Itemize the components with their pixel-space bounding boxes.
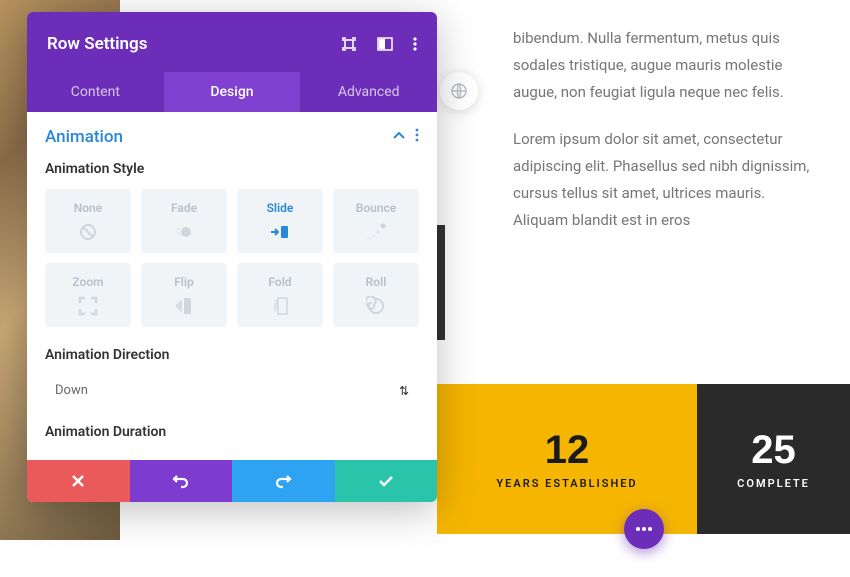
tab-advanced[interactable]: Advanced [300, 72, 437, 112]
columns-icon[interactable] [377, 36, 393, 52]
content-text: bibendum. Nulla fermentum, metus quis so… [513, 25, 820, 254]
panel-footer [27, 460, 437, 502]
animation-duration-label: Animation Duration [45, 424, 419, 440]
style-none[interactable]: None [45, 189, 131, 253]
panel-header: Row Settings [27, 12, 437, 72]
expand-icon[interactable] [341, 36, 357, 52]
paragraph-1: bibendum. Nulla fermentum, metus quis so… [513, 25, 820, 106]
section-actions [393, 126, 419, 147]
direction-value: Down [55, 383, 88, 398]
style-fold[interactable]: Fold [237, 263, 323, 327]
section-header[interactable]: Animation [45, 126, 419, 147]
chevron-up-icon[interactable] [393, 127, 405, 146]
none-icon [45, 221, 131, 243]
animation-direction-label: Animation Direction [45, 347, 419, 363]
stat-years: 12 YEARS ESTABLISHED [437, 384, 697, 534]
flip-icon [141, 295, 227, 317]
zoom-icon [45, 295, 131, 317]
style-fade[interactable]: Fade [141, 189, 227, 253]
style-zoom[interactable]: Zoom [45, 263, 131, 327]
panel-body: Animation Animation Style None Fade Slid… [27, 112, 437, 460]
fold-icon [237, 295, 323, 317]
style-bounce[interactable]: Bounce [333, 189, 419, 253]
stat-completed-num: 25 [751, 428, 796, 473]
undo-button[interactable] [130, 460, 233, 502]
style-roll[interactable]: Roll [333, 263, 419, 327]
animation-style-label: Animation Style [45, 161, 419, 177]
section-more-icon[interactable] [415, 126, 419, 147]
style-flip[interactable]: Flip [141, 263, 227, 327]
stat-completed-label: COMPLETE [737, 477, 810, 490]
style-slide[interactable]: Slide [237, 189, 323, 253]
panel-title: Row Settings [47, 34, 147, 54]
animation-direction-select[interactable]: Down ⇅ [45, 375, 419, 406]
tab-design[interactable]: Design [164, 72, 301, 112]
tabs: Content Design Advanced [27, 72, 437, 112]
save-button[interactable] [335, 460, 438, 502]
more-icon[interactable] [413, 36, 417, 52]
cancel-button[interactable] [27, 460, 130, 502]
slide-icon [237, 221, 323, 243]
row-settings-panel: Row Settings Content Design Advanced Ani… [27, 12, 437, 502]
redo-button[interactable] [232, 460, 335, 502]
tab-content[interactable]: Content [27, 72, 164, 112]
bounce-icon [333, 221, 419, 243]
roll-icon [333, 295, 419, 317]
paragraph-2: Lorem ipsum dolor sit amet, consectetur … [513, 126, 820, 234]
stat-years-num: 12 [545, 428, 590, 473]
stat-years-label: YEARS ESTABLISHED [496, 477, 637, 490]
globe-button[interactable] [440, 72, 478, 110]
select-caret-icon: ⇅ [399, 384, 409, 398]
fab-button[interactable] [624, 509, 664, 549]
animation-style-grid: None Fade Slide Bounce Zoom Flip Fold Ro… [45, 189, 419, 327]
header-actions [341, 36, 417, 52]
stat-completed: 25 COMPLETE [697, 384, 850, 534]
section-title: Animation [45, 127, 123, 147]
fade-icon [141, 221, 227, 243]
